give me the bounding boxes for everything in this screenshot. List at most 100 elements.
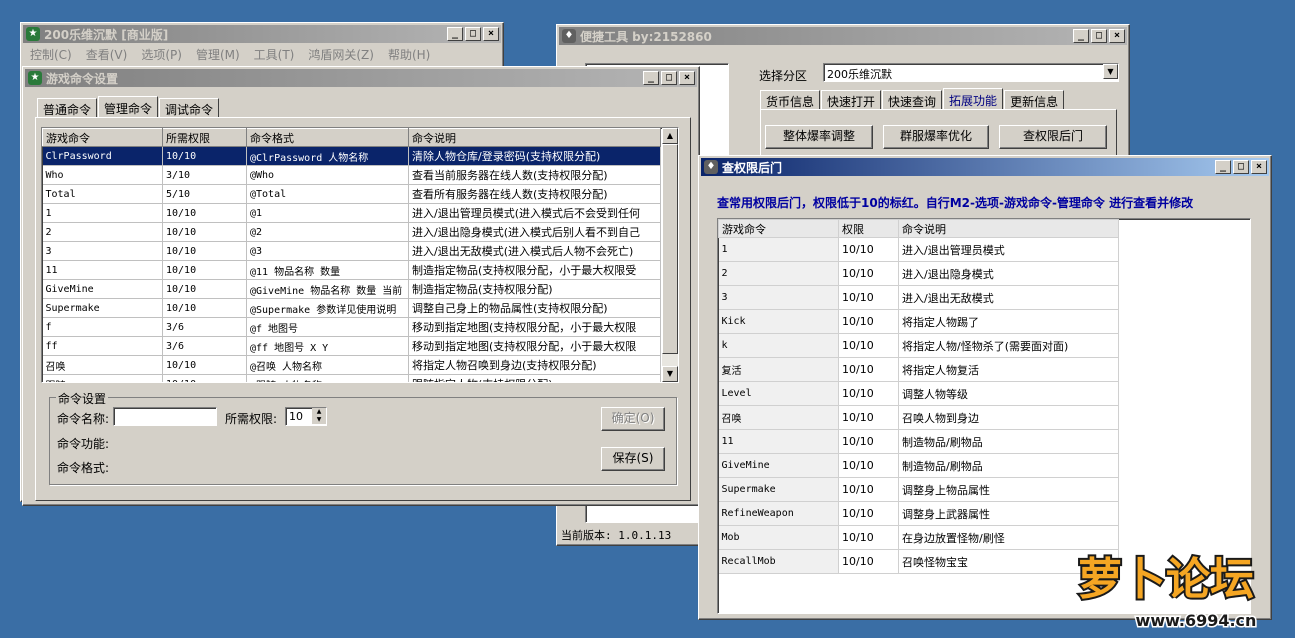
maximize-icon[interactable]: □ [1233, 160, 1249, 174]
maximize-icon[interactable]: □ [661, 71, 677, 85]
tab-admin-commands[interactable]: 管理命令 [98, 96, 159, 118]
close-icon[interactable]: × [1251, 160, 1267, 174]
table-row[interactable]: 召唤 10/10 召唤人物到身边 [718, 405, 1119, 430]
menu-help[interactable]: 帮助(H) [381, 45, 437, 63]
table-row[interactable]: Who 3/10 @Who 查看当前服务器在线人数(支持权限分配) [42, 165, 661, 185]
col-description[interactable]: 命令说明 [408, 128, 661, 147]
minimize-icon[interactable]: _ [1073, 29, 1089, 43]
table-row[interactable]: 3 10/10 @3 进入/退出无敌模式(进入模式后人物不会死亡) [42, 241, 661, 261]
tab-updates[interactable]: 更新信息 [1004, 90, 1065, 109]
overall-droprate-button[interactable]: 整体爆率调整 [765, 125, 873, 149]
menu-tools[interactable]: 工具(T) [247, 45, 302, 63]
minimize-icon[interactable]: _ [1215, 160, 1231, 174]
cell-command: f [42, 317, 163, 337]
table-row[interactable]: Total 5/10 @Total 查看所有服务器在线人数(支持权限分配) [42, 184, 661, 204]
tab-debug-commands[interactable]: 调试命令 [159, 98, 220, 117]
col-description[interactable]: 命令说明 [898, 219, 1119, 238]
confirm-button[interactable]: 确定(O) [601, 407, 665, 431]
spin-up-icon[interactable]: ▲ [312, 408, 326, 416]
maximize-icon[interactable]: □ [465, 27, 481, 41]
cell-format: @GiveMine 物品名称 数量 当前 [246, 279, 409, 299]
minimize-icon[interactable]: _ [643, 71, 659, 85]
table-row[interactable]: ClrPassword 10/10 @ClrPassword 人物名称 清除人物仓库/… [42, 146, 661, 166]
table-row[interactable]: ff 3/6 @ff 地图号 X Y 移动到指定地图(支持权限分配，小于最大权限 [42, 336, 661, 356]
tab-extensions[interactable]: 拓展功能 [943, 88, 1004, 110]
col-command[interactable]: 游戏命令 [42, 128, 163, 147]
table-row[interactable]: Supermake 10/10 @Supermake 参数详见使用说明 调整自己身上的… [42, 298, 661, 318]
cell-description: 调整人物等级 [898, 381, 1119, 406]
main-window-title: 200乐维沉默 [商业版] [44, 27, 169, 42]
cell-command: 2 [42, 222, 163, 242]
table-row[interactable]: 1 10/10 进入/退出管理员模式 [718, 237, 1119, 262]
menu-control[interactable]: 控制(C) [23, 45, 79, 63]
cell-command: Total [42, 184, 163, 204]
backdoor-notice: 查常用权限后门，权限低于10的标红。自行M2-选项-游戏命令-管理命令 进行查看… [717, 196, 1194, 210]
chevron-down-icon[interactable]: ▼ [1103, 64, 1118, 79]
minimize-icon[interactable]: _ [447, 27, 463, 41]
col-permission[interactable]: 所需权限 [162, 128, 247, 147]
menu-manage[interactable]: 管理(M) [189, 45, 247, 63]
command-table-header: 游戏命令 所需权限 命令格式 命令说明 [42, 128, 661, 147]
tool-icon: ♦ [704, 160, 718, 174]
close-icon[interactable]: × [483, 27, 499, 41]
command-table-scrollbar[interactable]: ▲ ▼ [662, 128, 678, 382]
tab-normal-commands[interactable]: 普通命令 [37, 98, 98, 117]
cell-description: 查看所有服务器在线人数(支持权限分配) [408, 184, 661, 204]
close-icon[interactable]: × [679, 71, 695, 85]
tab-currency[interactable]: 货币信息 [760, 90, 821, 109]
col-format[interactable]: 命令格式 [246, 128, 409, 147]
table-row[interactable]: 1 10/10 @1 进入/退出管理员模式(进入模式后不会受到任何 [42, 203, 661, 223]
menu-view[interactable]: 查看(V) [79, 45, 135, 63]
col-command[interactable]: 游戏命令 [718, 219, 839, 238]
menu-gateway[interactable]: 鸿盾网关(Z) [301, 45, 381, 63]
table-row[interactable]: f 3/6 @f 地图号 移动到指定地图(支持权限分配，小于最大权限 [42, 317, 661, 337]
cell-description: 跟随指定人物(支持权限分配) [408, 374, 661, 382]
table-row[interactable]: 跟随10/10@跟随 人物名称跟随指定人物(支持权限分配) [42, 374, 661, 382]
table-row[interactable]: 11 10/10 @11 物品名称 数量 制造指定物品(支持权限分配，小于最大权限受 [42, 260, 661, 280]
quick-tool-titlebar[interactable]: ♦ 便捷工具 by:2152860 _ □ × [559, 27, 1127, 45]
partition-select[interactable]: 200乐维沉默 ▼ [823, 63, 1119, 82]
scroll-thumb[interactable] [662, 144, 678, 354]
maximize-icon[interactable]: □ [1091, 29, 1107, 43]
cell-format: @3 [246, 241, 409, 261]
table-row[interactable]: Level 10/10 调整人物等级 [718, 381, 1119, 406]
tab-quick-query[interactable]: 快速查询 [882, 90, 943, 109]
table-row[interactable]: Kick 10/10 将指定人物踢了 [718, 309, 1119, 334]
cell-permission: 10/10 [162, 222, 247, 242]
spin-down-icon[interactable]: ▼ [312, 416, 326, 424]
scroll-down-icon[interactable]: ▼ [662, 366, 678, 382]
table-row[interactable]: 2 10/10 @2 进入/退出隐身模式(进入模式后别人看不到自己 [42, 222, 661, 242]
format-label: 命令格式: [57, 461, 110, 475]
table-row[interactable]: 11 10/10 制造物品/刷物品 [718, 429, 1119, 454]
cell-command: Supermake [42, 298, 163, 318]
table-row[interactable]: k 10/10 将指定人物/怪物杀了(需要面对面) [718, 333, 1119, 358]
col-permission[interactable]: 权限 [838, 219, 899, 238]
cell-permission: 10/10 [162, 374, 247, 382]
table-row[interactable]: 3 10/10 进入/退出无敌模式 [718, 285, 1119, 310]
backdoor-titlebar[interactable]: ♦ 查权限后门 _ □ × [701, 158, 1269, 176]
table-row[interactable]: GiveMine 10/10 制造物品/刷物品 [718, 453, 1119, 478]
tab-quick-open[interactable]: 快速打开 [821, 90, 882, 109]
cmd-name-label: 命令名称: [57, 412, 110, 426]
cell-command: ff [42, 336, 163, 356]
cmd-name-input[interactable] [113, 407, 217, 426]
menu-options[interactable]: 选项(P) [134, 45, 189, 63]
cell-command: 11 [42, 260, 163, 280]
check-backdoor-button[interactable]: 查权限后门 [999, 125, 1107, 149]
close-icon[interactable]: × [1109, 29, 1125, 43]
table-row[interactable]: 召唤 10/10 @召唤 人物名称 将指定人物召唤到身边(支持权限分配) [42, 355, 661, 375]
table-row[interactable]: GiveMine 10/10 @GiveMine 物品名称 数量 当前 制造指定物品(… [42, 279, 661, 299]
perm-spinner[interactable]: 10 ▲ ▼ [285, 407, 327, 426]
main-window-titlebar[interactable]: ★ 200乐维沉默 [商业版] _ □ × [23, 25, 501, 43]
table-row[interactable]: Supermake 10/10 调整身上物品属性 [718, 477, 1119, 502]
group-droprate-button[interactable]: 群服爆率优化 [883, 125, 989, 149]
save-button[interactable]: 保存(S) [601, 447, 665, 471]
cell-description: 召唤人物到身边 [898, 405, 1119, 430]
cell-command: 3 [42, 241, 163, 261]
scroll-up-icon[interactable]: ▲ [662, 128, 678, 144]
table-row[interactable]: RefineWeapon 10/10 调整身上武器属性 [718, 501, 1119, 526]
table-row[interactable]: 2 10/10 进入/退出隐身模式 [718, 261, 1119, 286]
game-cmd-titlebar[interactable]: ★ 游戏命令设置 _ □ × [25, 69, 697, 87]
table-row[interactable]: 复活 10/10 将指定人物复活 [718, 357, 1119, 382]
command-settings-title: 命令设置 [56, 390, 109, 407]
